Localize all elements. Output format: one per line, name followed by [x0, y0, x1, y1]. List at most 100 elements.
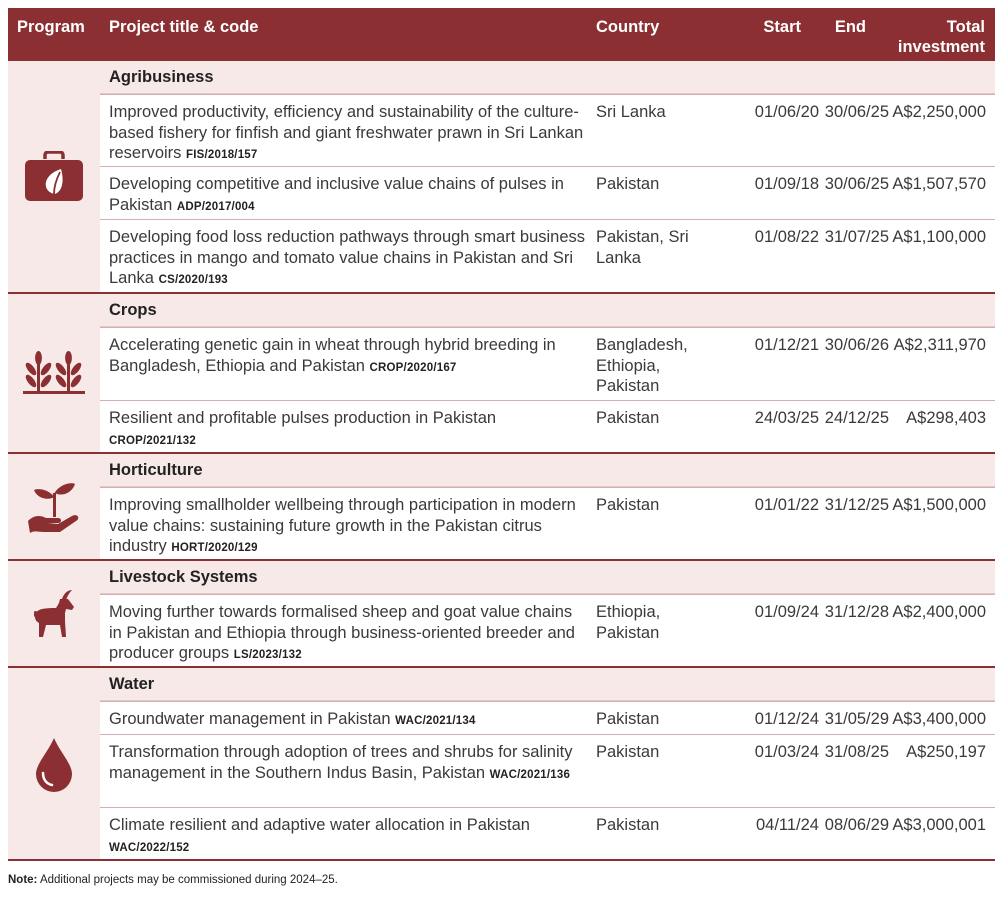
project-start: 04/11/24	[755, 816, 819, 834]
project-country: Pakistan	[596, 816, 660, 834]
project-investment: A$3,400,000	[892, 710, 986, 728]
category-heading: Water	[100, 668, 995, 701]
header-country: Country	[596, 18, 660, 36]
project-title: Developing competitive and inclusive val…	[109, 175, 564, 214]
project-title: Improved productivity, efficiency and su…	[109, 103, 584, 162]
program-group-water: Water Groundwater management in Pakistan…	[8, 668, 995, 861]
project-end: 30/06/25	[824, 175, 889, 193]
project-end: 31/07/25	[824, 228, 889, 246]
project-code: ADP/2017/004	[176, 200, 255, 213]
category-heading: Livestock Systems	[100, 561, 995, 594]
table-row: Moving further towards formalised sheep …	[100, 594, 995, 666]
program-cell	[8, 561, 100, 666]
water-drop-icon	[36, 737, 72, 792]
hand-seedling-icon	[28, 482, 79, 533]
program-group-livestock: Livestock Systems Moving further towards…	[8, 561, 995, 668]
project-country: Ethiopia, Pakistan	[596, 603, 661, 642]
project-start: 01/09/24	[754, 603, 819, 621]
header-end: End	[834, 18, 866, 36]
project-investment: A$250,197	[906, 743, 986, 761]
project-start: 01/06/20	[754, 103, 819, 121]
table-row: Developing competitive and inclusive val…	[100, 166, 995, 219]
project-investment: A$298,403	[906, 409, 986, 427]
footnote: Note: Additional projects may be commiss…	[8, 874, 338, 886]
footnote-label: Note:	[8, 874, 38, 886]
project-code: WAC/2021/134	[395, 715, 476, 727]
table-row: Accelerating genetic gain in wheat throu…	[100, 327, 995, 400]
project-code: FIS/2018/157	[186, 149, 258, 161]
program-group-crops: Crops Accelerating genetic gain in wheat…	[8, 294, 995, 454]
project-start: 01/08/22	[754, 228, 819, 246]
project-end: 30/06/25	[824, 103, 889, 121]
project-end: 31/08/25	[824, 743, 889, 761]
project-country: Pakistan	[596, 409, 660, 427]
project-title: Resilient and profitable pulses producti…	[109, 409, 497, 447]
table-row: Resilient and profitable pulses producti…	[100, 400, 995, 452]
briefcase-leaf-icon	[25, 150, 83, 201]
table-row: Developing food loss reduction pathways …	[100, 219, 995, 292]
project-code: WAC/2022/152	[109, 841, 190, 854]
project-end: 08/06/29	[824, 816, 889, 834]
project-title: Improving smallholder wellbeing through …	[109, 496, 576, 555]
program-group-horticulture: Horticulture Improving smallholder wellb…	[8, 454, 995, 561]
project-start: 01/12/21	[754, 336, 819, 354]
project-start: 01/01/22	[754, 496, 819, 514]
project-start: 24/03/25	[754, 409, 819, 427]
project-country: Pakistan	[596, 496, 660, 514]
project-end: 31/12/25	[824, 496, 889, 514]
category-heading: Agribusiness	[100, 61, 995, 94]
category-heading: Horticulture	[100, 454, 995, 487]
header-title: Project title & code	[109, 18, 259, 36]
project-code: CS/2020/193	[158, 274, 228, 286]
goat-icon	[34, 589, 74, 637]
header-start: Start	[763, 18, 801, 36]
project-investment: A$2,400,000	[892, 603, 986, 621]
table-row: Climate resilient and adaptive water all…	[100, 807, 995, 859]
project-title: Groundwater management in Pakistan WAC/2…	[109, 710, 476, 728]
projects-table: Program Project title & code Country Sta…	[8, 8, 995, 861]
program-cell	[8, 294, 100, 452]
project-title: Climate resilient and adaptive water all…	[109, 816, 530, 854]
project-code: HORT/2020/129	[171, 542, 258, 554]
project-country: Sri Lanka	[596, 103, 666, 121]
project-investment: A$1,507,570	[892, 175, 986, 193]
table-row: Transformation through adoption of trees…	[100, 734, 995, 807]
project-title: Developing food loss reduction pathways …	[109, 228, 586, 287]
project-investment: A$2,250,000	[892, 103, 986, 121]
project-title: Transformation through adoption of trees…	[109, 743, 573, 782]
project-start: 01/12/24	[754, 710, 819, 728]
project-code: WAC/2021/136	[489, 768, 571, 781]
footnote-text: Additional projects may be commissioned …	[39, 874, 338, 886]
project-country: Bangladesh, Ethiopia, Pakistan	[596, 336, 688, 395]
project-country: Pakistan	[596, 710, 660, 728]
project-code: LS/2023/132	[233, 649, 302, 661]
header-investment-line2: investment	[897, 38, 985, 56]
project-start: 01/03/24	[754, 743, 819, 761]
project-investment: A$3,000,001	[892, 816, 986, 834]
header-investment: Total investment	[868, 17, 985, 57]
program-cell	[8, 668, 100, 859]
project-investment: A$2,311,970	[893, 336, 986, 354]
table-row: Groundwater management in Pakistan WAC/2…	[100, 701, 995, 734]
project-title: Accelerating genetic gain in wheat throu…	[109, 336, 556, 375]
program-cell	[8, 61, 100, 292]
program-group-agribusiness: Agribusiness Improved productivity, effi…	[8, 61, 995, 294]
project-investment: A$1,100,000	[892, 228, 986, 246]
wheat-plants-icon	[23, 351, 85, 394]
project-code: CROP/2020/167	[369, 361, 457, 374]
table-row: Improving smallholder wellbeing through …	[100, 487, 995, 559]
project-end: 31/12/28	[824, 603, 889, 621]
table-row: Improved productivity, efficiency and su…	[100, 94, 995, 166]
project-title: Moving further towards formalised sheep …	[109, 603, 575, 662]
category-heading: Crops	[100, 294, 995, 327]
project-code: CROP/2021/132	[109, 434, 196, 447]
project-start: 01/09/18	[754, 175, 819, 193]
project-country: Pakistan	[596, 743, 660, 761]
project-end: 30/06/26	[824, 336, 889, 354]
project-end: 24/12/25	[824, 409, 889, 427]
header-investment-line1: Total	[946, 18, 985, 36]
project-country: Pakistan	[596, 175, 660, 193]
header-program: Program	[17, 18, 85, 36]
project-investment: A$1,500,000	[892, 496, 986, 514]
program-cell	[8, 454, 100, 559]
